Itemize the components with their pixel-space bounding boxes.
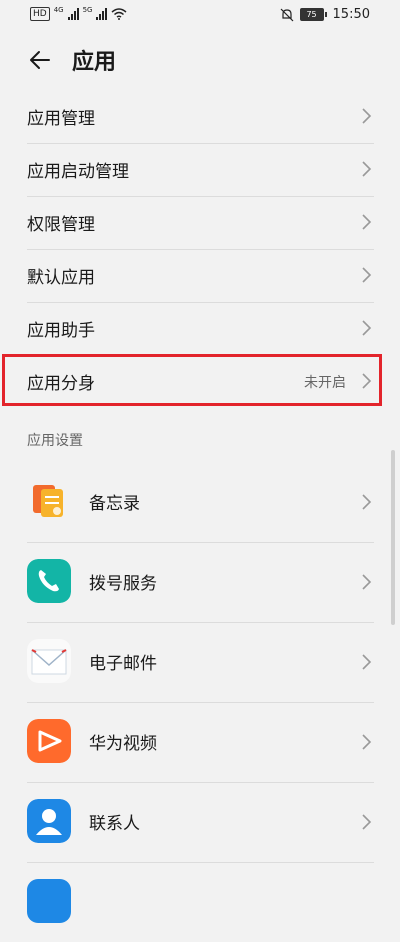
app-label: 拨号服务 (89, 574, 157, 594)
app-label: 联系人 (89, 814, 140, 834)
mute-bell-icon (280, 8, 293, 21)
app-row-huawei-video[interactable]: 华为视频 (27, 702, 374, 783)
menu-label: 应用管理 (27, 109, 95, 129)
chevron-right-icon (362, 267, 372, 283)
contacts-icon (27, 799, 71, 843)
app-row-dialer[interactable]: 拨号服务 (27, 542, 374, 623)
menu-label: 应用助手 (27, 321, 95, 341)
network-type-1: 4G (53, 6, 64, 14)
menu-label: 默认应用 (27, 268, 95, 288)
chevron-right-icon (362, 320, 372, 336)
battery-tip (324, 12, 327, 17)
hd-indicator: HD (30, 7, 50, 21)
clock: 15:50 (332, 7, 370, 22)
menu-app-management[interactable]: 应用管理 (27, 90, 374, 144)
chevron-right-icon (362, 161, 372, 177)
notepad-icon (33, 485, 63, 517)
menu-default-apps[interactable]: 默认应用 (27, 249, 374, 303)
menu-label: 权限管理 (27, 215, 95, 235)
highlight-box (2, 354, 382, 406)
wifi-icon (111, 8, 127, 20)
status-bar: HD 4G 5G 75 15:50 (0, 0, 400, 30)
menu-app-launch-management[interactable]: 应用启动管理 (27, 143, 374, 197)
battery-level: 75 (299, 8, 324, 21)
network-type-2: 5G (82, 6, 93, 14)
chevron-right-icon (362, 734, 372, 750)
app-row-partial[interactable] (27, 862, 374, 942)
back-arrow-icon[interactable] (28, 48, 52, 72)
chevron-right-icon (362, 494, 372, 510)
phone-icon (27, 559, 71, 603)
app-row-email[interactable]: 电子邮件 (27, 622, 374, 703)
section-title: 应用设置 (27, 433, 83, 449)
chevron-right-icon (362, 574, 372, 590)
app-label: 电子邮件 (89, 654, 157, 674)
video-icon (27, 719, 71, 763)
battery-icon: 75 (299, 8, 327, 21)
status-left: HD 4G 5G (30, 6, 127, 21)
page-title: 应用 (72, 50, 117, 75)
scrollbar[interactable] (391, 450, 395, 625)
menu-permission-management[interactable]: 权限管理 (27, 196, 374, 250)
chevron-right-icon (362, 654, 372, 670)
menu-app-assistant[interactable]: 应用助手 (27, 302, 374, 356)
app-label: 华为视频 (89, 734, 157, 754)
status-right: 75 15:50 (280, 7, 370, 22)
email-icon (27, 639, 71, 683)
signal-icon (67, 8, 79, 20)
chevron-right-icon (362, 214, 372, 230)
app-row-contacts[interactable]: 联系人 (27, 782, 374, 863)
app-icon-partial (27, 879, 71, 923)
chevron-right-icon (362, 108, 372, 124)
chevron-right-icon (362, 814, 372, 830)
signal-icon-2 (96, 8, 108, 20)
app-row-notepad[interactable]: 备忘录 (27, 462, 374, 543)
page-header: 应用 (0, 36, 400, 84)
menu-label: 应用启动管理 (27, 162, 129, 182)
app-label: 备忘录 (89, 494, 140, 514)
